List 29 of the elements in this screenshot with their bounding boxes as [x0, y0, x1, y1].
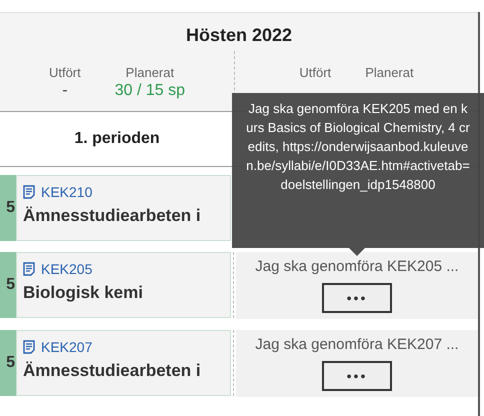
stat-value: - — [62, 82, 68, 100]
course-card[interactable]: KEK205 Biologisk kemi — [16, 252, 231, 318]
course-code: KEK207 — [41, 339, 92, 355]
more-button[interactable]: ••• — [322, 361, 392, 391]
course-title: Ämnesstudiearbeten i — [23, 206, 202, 226]
more-button[interactable]: ••• — [322, 283, 392, 313]
tooltip-arrow — [349, 248, 365, 256]
stat-label: Utfört — [48, 65, 81, 80]
course-code: KEK210 — [41, 184, 92, 200]
credits-label: 5 — [0, 252, 16, 318]
semester-title: Hösten 2022 — [184, 25, 294, 47]
course-title: Ämnesstudiearbeten i — [23, 361, 202, 381]
period-title: 1. perioden — [74, 130, 160, 148]
course-note: Jag ska genomföra KEK205 ... — [255, 258, 459, 275]
document-icon — [23, 185, 35, 199]
credits-label: 5 — [0, 175, 16, 241]
tooltip: Jag ska genomföra KEK205 med en kurs Basics of Biological Chemistry, 4 credits, https://onderwijsaanbod.kuleuven.be/syllabi/e/I0D33AE.htm#activetab=doelstellingen_idp1548800 — [232, 93, 484, 248]
course-title: Biologisk kemi — [23, 283, 144, 303]
course-note: Jag ska genomföra KEK207 ... — [255, 336, 459, 353]
course-card[interactable]: KEK210 Ämnesstudiearbeten i — [16, 175, 231, 241]
course-code: KEK205 — [41, 261, 92, 277]
stat-value: 30 / 15 sp — [114, 82, 186, 100]
credits-label: 5 — [0, 330, 16, 396]
document-icon — [23, 262, 35, 276]
stat-label: Utfört — [299, 65, 332, 80]
course-card[interactable]: KEK207 Ämnesstudiearbeten i — [16, 330, 231, 396]
document-icon — [23, 340, 35, 354]
stat-label: Planerat — [126, 65, 174, 80]
stat-label: Planerat — [365, 65, 414, 80]
